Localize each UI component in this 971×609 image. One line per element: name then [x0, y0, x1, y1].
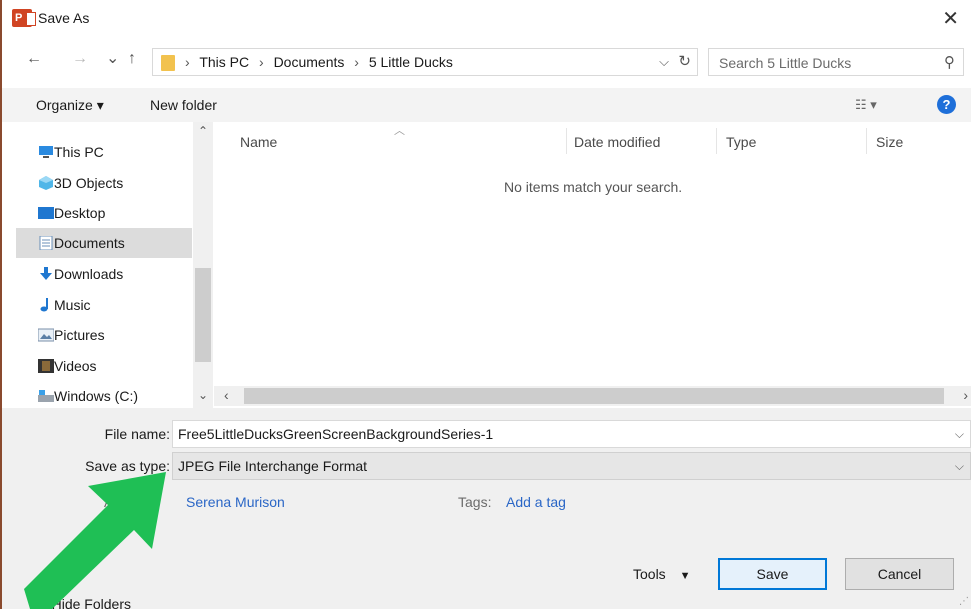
- file-name-value: Free5LittleDucksGreenScreenBackgroundSer…: [178, 426, 494, 442]
- file-name-dropdown-chevron-icon[interactable]: ⌵: [955, 421, 964, 447]
- sidebar-item-downloads[interactable]: Downloads: [16, 259, 192, 289]
- address-dropdown-chevron-icon[interactable]: ⌵: [659, 54, 669, 70]
- column-divider[interactable]: [566, 128, 567, 154]
- document-icon: [39, 236, 53, 250]
- sidebar-item-desktop[interactable]: Desktop: [16, 198, 192, 228]
- command-bar: Organize ▾ New folder ☷ ▾ ?: [2, 88, 971, 122]
- up-arrow-icon[interactable]: ↑: [128, 50, 136, 68]
- refresh-icon[interactable]: ↻: [678, 52, 691, 70]
- sidebar-item-label: 3D Objects: [54, 175, 124, 191]
- breadcrumb-this-pc[interactable]: This PC: [199, 54, 249, 70]
- save-button[interactable]: Save: [718, 558, 827, 590]
- scroll-down-icon[interactable]: ⌄: [198, 388, 208, 402]
- film-icon: [38, 359, 54, 373]
- folder-icon: [161, 55, 175, 71]
- horizontal-scrollbar[interactable]: ‹ ›: [214, 386, 971, 406]
- save-as-dialog: P Save As ✕ ← → ⌄ ↑ › This PC › Document…: [0, 0, 971, 609]
- save-as-type-value: JPEG File Interchange Format: [178, 458, 368, 474]
- sidebar-item-label: Downloads: [54, 266, 124, 282]
- breadcrumb-separator-icon: ›: [185, 54, 190, 70]
- scrollbar-thumb[interactable]: [244, 388, 944, 404]
- navigation-scrollbar[interactable]: ⌃ ⌄: [193, 122, 213, 408]
- add-tag-link[interactable]: Add a tag: [506, 494, 566, 510]
- search-icon[interactable]: ⚲: [944, 53, 955, 71]
- save-as-type-select[interactable]: JPEG File Interchange Format ⌵: [172, 452, 971, 480]
- address-row: ← → ⌄ ↑ › This PC › Documents › 5 Little…: [2, 44, 971, 80]
- sidebar-item-label: Windows (C:): [54, 388, 139, 404]
- chevron-up-icon: ⌃: [28, 596, 40, 609]
- title-bar: P Save As ✕: [2, 0, 971, 40]
- powerpoint-app-icon: P: [12, 9, 36, 27]
- close-icon[interactable]: ✕: [942, 6, 959, 31]
- view-options-icon[interactable]: ☷ ▾: [855, 97, 877, 113]
- sidebar-item-music[interactable]: Music: [16, 290, 192, 320]
- column-divider[interactable]: [866, 128, 867, 154]
- help-icon[interactable]: ?: [937, 95, 956, 114]
- sidebar-item-pictures[interactable]: Pictures: [16, 320, 192, 350]
- new-folder-button[interactable]: New folder: [150, 97, 217, 113]
- breadcrumb-documents[interactable]: Documents: [274, 54, 345, 70]
- sidebar-item-label: Documents: [54, 235, 125, 251]
- cube-icon: [39, 176, 53, 190]
- search-placeholder: Search 5 Little Ducks: [719, 55, 852, 71]
- sidebar-item-documents[interactable]: Documents: [16, 228, 192, 258]
- column-header-date-modified[interactable]: Date modified: [574, 134, 660, 150]
- sidebar-item-label: Desktop: [54, 205, 106, 221]
- computer-icon: [39, 146, 53, 158]
- breadcrumb: › This PC › Documents › 5 Little Ducks: [185, 54, 459, 70]
- column-header-name[interactable]: Name: [240, 134, 277, 150]
- recent-locations-chevron-icon[interactable]: ⌄: [106, 48, 119, 68]
- column-divider[interactable]: [716, 128, 717, 154]
- drive-icon: [38, 390, 54, 402]
- file-list: ︿ Name Date modified Type Size No items …: [214, 122, 971, 408]
- scroll-left-icon[interactable]: ‹: [224, 387, 229, 403]
- navigation-pane: This PC 3D Objects Desktop Documents Dow…: [2, 122, 213, 408]
- save-as-type-label: Save as type:: [85, 458, 170, 474]
- authors-label: Authors:: [104, 494, 157, 510]
- sidebar-item-label: Videos: [54, 358, 97, 374]
- sidebar-item-label: Pictures: [54, 327, 105, 343]
- tools-label: Tools: [633, 566, 666, 582]
- breadcrumb-separator-icon: ›: [354, 54, 359, 70]
- search-input[interactable]: Search 5 Little Ducks ⚲: [708, 48, 964, 76]
- column-header-size[interactable]: Size: [876, 134, 903, 150]
- tools-dropdown-caret-icon: ▼: [679, 570, 691, 582]
- tags-label: Tags:: [458, 494, 492, 510]
- tools-button[interactable]: Tools ▼: [633, 566, 690, 582]
- scroll-up-icon[interactable]: ⌃: [198, 124, 208, 138]
- scrollbar-thumb[interactable]: [195, 268, 211, 362]
- hide-folders-label: Hide Folders: [51, 596, 131, 609]
- sort-caret-icon: ︿: [394, 125, 405, 137]
- resize-grip-icon[interactable]: ⋰: [959, 596, 969, 607]
- sidebar-item-label: Music: [54, 297, 91, 313]
- download-icon: [40, 267, 52, 280]
- forward-arrow-icon[interactable]: →: [72, 50, 88, 68]
- window-title: Save As: [38, 10, 90, 26]
- sidebar-item-3d-objects[interactable]: 3D Objects: [16, 168, 192, 198]
- file-name-label: File name:: [104, 426, 170, 442]
- music-note-icon: [40, 298, 48, 312]
- picture-icon: [38, 328, 54, 342]
- breadcrumb-separator-icon: ›: [259, 54, 264, 70]
- back-arrow-icon[interactable]: ←: [26, 50, 42, 68]
- empty-folder-message: No items match your search.: [504, 179, 683, 195]
- file-name-field[interactable]: Free5LittleDucksGreenScreenBackgroundSer…: [172, 420, 971, 448]
- hide-folders-button[interactable]: ⌃ Hide Folders: [28, 596, 131, 609]
- cancel-button[interactable]: Cancel: [845, 558, 954, 590]
- address-bar[interactable]: › This PC › Documents › 5 Little Ducks ⌵…: [152, 48, 698, 76]
- save-form: File name: Free5LittleDucksGreenScreenBa…: [2, 408, 971, 609]
- save-as-type-dropdown-chevron-icon[interactable]: ⌵: [955, 453, 964, 479]
- sidebar-item-windows-c[interactable]: Windows (C:): [16, 381, 192, 411]
- desktop-icon: [38, 207, 54, 219]
- authors-value[interactable]: Serena Murison: [186, 494, 285, 510]
- column-header-type[interactable]: Type: [726, 134, 756, 150]
- sidebar-item-this-pc[interactable]: This PC: [16, 137, 192, 167]
- sidebar-item-videos[interactable]: Videos: [16, 351, 192, 381]
- scroll-right-icon[interactable]: ›: [963, 387, 968, 403]
- sidebar-item-label: This PC: [54, 144, 104, 160]
- breadcrumb-5-little-ducks[interactable]: 5 Little Ducks: [369, 54, 453, 70]
- organize-button[interactable]: Organize ▾: [36, 97, 104, 114]
